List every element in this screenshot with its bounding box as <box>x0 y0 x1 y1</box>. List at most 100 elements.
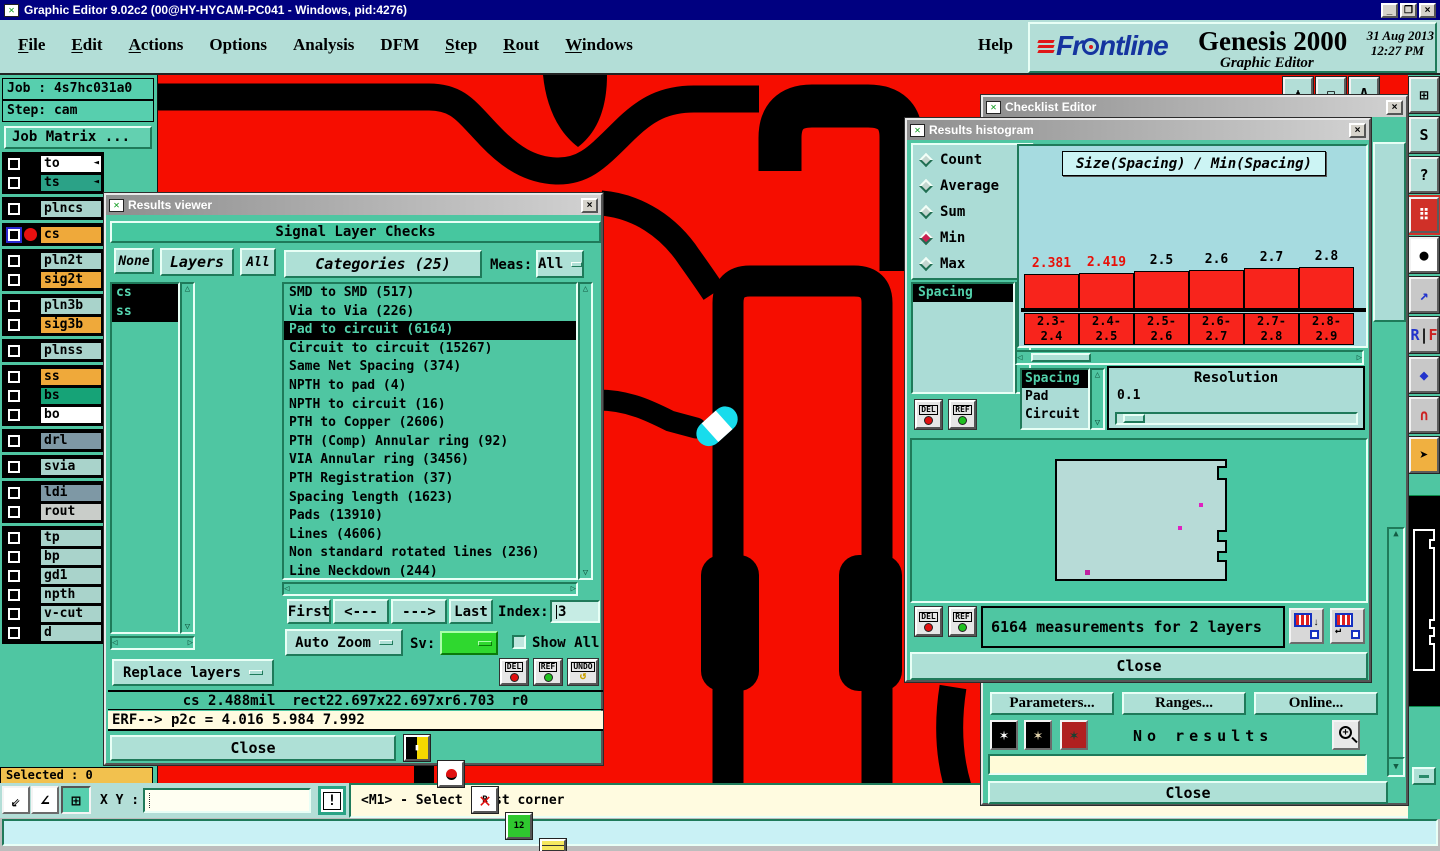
index-input[interactable]: 3 <box>550 600 600 623</box>
layer-row-pln3b[interactable]: pln3b <box>5 296 101 315</box>
stat-radio-min[interactable]: Min <box>913 225 1032 251</box>
checklist-vscrollbar[interactable]: ▲▽ <box>1387 527 1405 767</box>
first-button[interactable]: First <box>287 599 331 624</box>
run-check-partial-icon[interactable]: ✶ <box>1024 720 1052 750</box>
category-item[interactable]: PTH Registration (37) <box>284 470 576 489</box>
select-net-icon[interactable]: ➤ <box>1408 436 1440 474</box>
category-item[interactable]: PTH to Copper (2606) <box>284 414 576 433</box>
layer-chip[interactable]: ldi <box>41 484 101 501</box>
categories-scrollbar[interactable]: △ ▽ <box>578 282 593 580</box>
layer-checkbox[interactable] <box>7 272 21 287</box>
layer-checkbox[interactable] <box>7 568 21 583</box>
layer-row-bo[interactable]: bo <box>5 405 101 424</box>
layer-checkbox[interactable] <box>7 530 21 545</box>
signal-lights-icon[interactable]: ⠿ <box>1407 195 1440 235</box>
layer-checkbox[interactable] <box>7 504 21 519</box>
layer-row-gd1[interactable]: gd1 <box>5 566 101 585</box>
radio-diamond-icon[interactable] <box>918 204 934 220</box>
viewer-ref-button[interactable]: REF <box>533 658 563 686</box>
stat-radio-sum[interactable]: Sum <box>913 199 1032 225</box>
layer-row-to[interactable]: to ◄ <box>5 154 101 173</box>
minimap[interactable] <box>1408 495 1440 707</box>
menu-actions[interactable]: Actions <box>129 35 184 55</box>
layer-checkbox[interactable] <box>7 201 21 216</box>
layer-checkbox[interactable] <box>6 226 22 243</box>
next-button[interactable]: ---> <box>391 599 447 624</box>
category-item[interactable]: Via to Via (226) <box>284 303 576 322</box>
layer-chip[interactable]: bs <box>41 387 101 404</box>
layer-chip[interactable]: bp <box>41 548 101 565</box>
layer-row-ldi[interactable]: ldi <box>5 483 101 502</box>
layer-row-pln2t[interactable]: pln2t <box>5 251 101 270</box>
measurements-del-button[interactable]: DEL <box>914 606 943 637</box>
category-item[interactable]: Non standard rotated lines (236) <box>284 544 576 563</box>
layer-row-ss[interactable]: ss <box>5 367 101 386</box>
attribute-item[interactable]: Pad <box>1022 388 1088 406</box>
grid-toggle-button[interactable]: ⊞ <box>61 786 91 814</box>
radio-diamond-icon[interactable] <box>918 152 934 168</box>
category-item[interactable]: Lines (4606) <box>284 526 576 545</box>
stat-radio-max[interactable]: Max <box>913 251 1032 277</box>
layer-chip[interactable]: gd1 <box>41 567 101 584</box>
layer-chip[interactable]: tp <box>41 529 101 546</box>
histogram-close-button[interactable]: Close <box>910 652 1368 680</box>
board-preview-pane[interactable] <box>910 438 1368 603</box>
maximize-button[interactable]: ❐ <box>1400 2 1417 18</box>
layer-chip[interactable]: plnss <box>41 342 101 359</box>
pad-dot-icon[interactable]: ● <box>1408 236 1440 274</box>
layer-chip[interactable]: drl <box>41 432 101 449</box>
result-layers-scrollbar[interactable]: △ ▽ <box>180 282 195 634</box>
layer-checkbox[interactable] <box>7 298 21 313</box>
layer-row-v-cut[interactable]: v-cut <box>5 604 101 623</box>
layer-chip[interactable]: svia <box>41 458 101 475</box>
layer-checkbox[interactable] <box>7 433 21 448</box>
category-item[interactable]: VIA Annular ring (3456) <box>284 451 576 470</box>
auto-zoom-dropdown[interactable]: Auto Zoom <box>285 629 403 656</box>
replace-layers-dropdown[interactable]: Replace layers <box>112 659 274 686</box>
minimize-button[interactable]: _ <box>1381 2 1398 18</box>
category-item[interactable]: Pads (13910) <box>284 507 576 526</box>
swap-view-icon[interactable]: ▮ <box>403 734 431 762</box>
result-layer-item[interactable]: cs <box>112 284 178 303</box>
layer-checkbox[interactable] <box>7 485 21 500</box>
close-button[interactable]: × <box>1419 2 1436 18</box>
category-item[interactable]: Line Neckdown (244) <box>284 563 576 578</box>
layer-row-sig3b[interactable]: sig3b <box>5 315 101 334</box>
category-item[interactable]: PTH (Comp) Annular ring (92) <box>284 433 576 452</box>
layer-chip[interactable]: bo <box>41 406 101 423</box>
online-button[interactable]: Online... <box>1254 692 1378 715</box>
layer-chip[interactable]: sig3b <box>41 316 101 333</box>
measurements-ref-button[interactable]: REF <box>948 606 977 637</box>
checklist-scroll-down[interactable]: ▼ <box>1387 757 1405 777</box>
checklist-close-icon[interactable]: × <box>1386 99 1403 115</box>
resolution-slider-thumb[interactable] <box>1123 414 1145 423</box>
net-endpoints-icon[interactable]: ↗ <box>1408 276 1440 314</box>
undo-button[interactable]: UNDO ↺ <box>567 658 599 686</box>
angle-measure-button[interactable]: ∠ <box>31 786 59 814</box>
layer-chip[interactable]: rout <box>41 503 101 520</box>
category-item[interactable]: Same Net Spacing (374) <box>284 358 576 377</box>
attribute-item[interactable]: Spacing <box>1022 370 1088 388</box>
stat-radio-count[interactable]: Count <box>913 147 1032 173</box>
layer-checkbox[interactable] <box>7 343 21 358</box>
mark-point-icon[interactable] <box>437 760 465 788</box>
menu-step[interactable]: Step <box>445 35 477 55</box>
results-viewer-close-icon[interactable]: × <box>581 197 598 213</box>
pad-shapes-icon[interactable]: ◆ <box>1408 356 1440 394</box>
layer-row-ts[interactable]: ts ◄ <box>5 173 101 192</box>
none-button[interactable]: None <box>114 248 154 274</box>
checklist-close-button[interactable]: Close <box>988 781 1388 804</box>
job-matrix-button[interactable]: Job Matrix ... <box>4 126 152 149</box>
rf-icon[interactable]: R | F <box>1408 316 1440 354</box>
layer-row-cs[interactable]: cs <box>5 225 101 244</box>
attribute-item[interactable]: Circuit <box>1022 406 1088 424</box>
menu-options[interactable]: Options <box>209 35 267 55</box>
layer-row-plnss[interactable]: plnss <box>5 341 101 360</box>
layer-checkbox[interactable] <box>7 175 21 190</box>
layers-button[interactable]: Layers <box>160 248 234 276</box>
export-histogram-icon[interactable]: ↓ <box>1289 608 1324 644</box>
run-check-icon[interactable]: ✶ <box>990 720 1018 750</box>
layer-row-rout[interactable]: rout <box>5 502 101 521</box>
category-item[interactable]: Spacing length (1623) <box>284 489 576 508</box>
menu-rout[interactable]: Rout <box>503 35 539 55</box>
